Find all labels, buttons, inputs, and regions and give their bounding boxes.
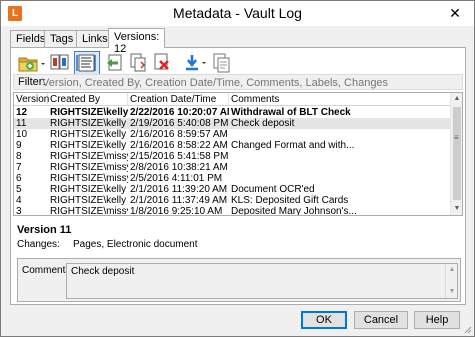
- column-header-creation-date[interactable]: Creation Date/Time: [128, 93, 229, 106]
- cell-created-by: RIGHTSIZE\kelly: [50, 129, 127, 140]
- cell-comments: KLS: Deposited Gift Cards: [231, 195, 349, 206]
- resize-grip-icon[interactable]: [462, 324, 472, 334]
- cell-created-by: RIGHTSIZE\kelly: [50, 118, 127, 129]
- cell-creation-date: 2/16/2016 8:58:22 AM: [130, 140, 228, 151]
- versions-table: Version Created By Creation Date/Time Co…: [13, 92, 463, 216]
- comments-field[interactable]: Check deposit ▲ ▼: [66, 263, 458, 299]
- cell-creation-date: 2/19/2016 5:40:08 PM: [130, 118, 229, 129]
- cell-version: 3: [16, 206, 22, 216]
- comments-scrollbar[interactable]: ▲ ▼: [445, 264, 457, 298]
- scroll-thumb[interactable]: [453, 107, 461, 200]
- comments-value: Check deposit: [71, 266, 135, 277]
- column-header-version[interactable]: Version: [14, 93, 49, 106]
- cell-version: 7: [16, 162, 22, 173]
- cell-created-by: RIGHTSIZE\kelly: [50, 184, 127, 195]
- duplicate-icon[interactable]: [211, 51, 233, 75]
- changes-value: Pages, Electronic document: [73, 239, 198, 250]
- filter-input[interactable]: [42, 76, 460, 89]
- cell-created-by: RIGHTSIZE\missy: [50, 173, 128, 184]
- cell-version: 8: [16, 151, 22, 162]
- comments-scroll-up-icon[interactable]: ▲: [446, 264, 458, 276]
- changes-label: Changes:: [17, 239, 60, 250]
- open-folder-icon[interactable]: [17, 51, 47, 75]
- delete-icon[interactable]: [151, 51, 173, 75]
- cell-creation-date: 2/16/2016 8:59:57 AM: [130, 129, 228, 140]
- table-row[interactable]: 4 RIGHTSIZE\kelly 2/1/2016 11:37:49 AM KLS:…: [14, 195, 452, 206]
- table-row[interactable]: 6 RIGHTSIZE\missy 2/5/2016 4:11:01 PM: [14, 173, 452, 184]
- help-button[interactable]: Help: [414, 311, 460, 329]
- table-row[interactable]: 11 RIGHTSIZE\kelly 2/19/2016 5:40:08 PM Che…: [14, 118, 452, 129]
- cell-comments: Deposited Mary Johnson's...: [231, 206, 357, 216]
- table-row[interactable]: 3 RIGHTSIZE\missy 1/8/2016 9:25:10 AM Depos…: [14, 206, 452, 216]
- cell-creation-date: 1/8/2016 9:25:10 AM: [130, 206, 223, 216]
- cell-creation-date: 2/5/2016 4:11:01 PM: [130, 173, 223, 184]
- cell-version: 11: [16, 118, 27, 129]
- tab-tags[interactable]: Tags: [44, 30, 80, 47]
- table-row[interactable]: 10 RIGHTSIZE\kelly 2/16/2016 8:59:57 AM: [14, 129, 452, 140]
- cell-version: 10: [16, 129, 28, 140]
- table-header: Version Created By Creation Date/Time Co…: [14, 93, 452, 106]
- scroll-up-arrow-icon[interactable]: ▲: [451, 93, 462, 105]
- table-scrollbar[interactable]: ▲ ≡ ▼: [450, 93, 462, 215]
- close-button[interactable]: ✕: [446, 4, 464, 22]
- scroll-down-arrow-icon[interactable]: ▼: [451, 203, 462, 215]
- cell-created-by: RIGHTSIZE\kelly: [50, 140, 127, 151]
- cell-creation-date: 2/8/2016 10:38:21 AM: [130, 162, 228, 173]
- cancel-button[interactable]: Cancel: [354, 311, 408, 329]
- cell-created-by: RIGHTSIZE\missy: [50, 151, 128, 162]
- text-view-icon[interactable]: [74, 51, 100, 75]
- copy-icon[interactable]: [127, 51, 149, 75]
- cell-creation-date: 2/1/2016 11:37:49 AM: [130, 195, 228, 206]
- table-row[interactable]: 5 RIGHTSIZE\kelly 2/1/2016 11:39:20 AM Docu…: [14, 184, 452, 195]
- versions-panel: Filter: Version Created By Creation Date…: [10, 47, 466, 305]
- column-header-created-by[interactable]: Created By: [48, 93, 128, 106]
- comments-scroll-down-icon[interactable]: ▼: [446, 286, 458, 298]
- cell-creation-date: 2/22/2016 10:20:07 AM: [130, 107, 229, 118]
- cell-version: 12: [16, 107, 28, 118]
- ok-button[interactable]: OK: [301, 311, 347, 329]
- table-row[interactable]: 8 RIGHTSIZE\missy 2/15/2016 5:41:58 PM: [14, 151, 452, 162]
- cell-created-by: RIGHTSIZE\kelly: [50, 195, 127, 206]
- cell-comments: Document OCR'ed: [231, 184, 315, 195]
- cell-created-by: RIGHTSIZE\kelly: [50, 107, 128, 118]
- compare-icon[interactable]: [49, 51, 71, 75]
- column-header-comments[interactable]: Comments: [229, 93, 452, 106]
- metadata-dialog: L Metadata - Vault Log ✕ Fields Tags Lin…: [0, 0, 475, 337]
- cell-creation-date: 2/15/2016 5:41:58 PM: [130, 151, 229, 162]
- window-title: Metadata - Vault Log: [173, 5, 302, 21]
- scroll-grip-icon: ≡: [454, 133, 459, 142]
- cell-version: 6: [16, 173, 22, 184]
- filter-bar: Filter:: [13, 74, 463, 90]
- table-row[interactable]: 7 RIGHTSIZE\missy 2/8/2016 10:38:21 AM: [14, 162, 452, 173]
- tab-versions[interactable]: Versions: 12: [108, 28, 166, 55]
- comments-group: Comments: Check deposit ▲ ▼: [17, 258, 461, 302]
- title-bar: L Metadata - Vault Log ✕: [1, 1, 474, 26]
- cell-comments: Check deposit: [231, 118, 295, 129]
- cell-created-by: RIGHTSIZE\missy: [50, 162, 128, 173]
- cell-creation-date: 2/1/2016 11:39:20 AM: [130, 184, 228, 195]
- cell-comments: Changed Format and with...: [231, 140, 355, 151]
- table-row[interactable]: 12 RIGHTSIZE\kelly 2/22/2016 10:20:07 AM Wi…: [14, 107, 452, 118]
- cell-version: 5: [16, 184, 22, 195]
- selected-version-title: Version 11: [17, 224, 72, 236]
- table-row[interactable]: 9 RIGHTSIZE\kelly 2/16/2016 8:58:22 AM Chan…: [14, 140, 452, 151]
- cell-comments: Withdrawal of BLT Check: [231, 107, 351, 118]
- cell-version: 4: [16, 195, 22, 206]
- cell-created-by: RIGHTSIZE\missy: [50, 206, 128, 216]
- download-icon[interactable]: [183, 51, 209, 75]
- cell-version: 9: [16, 140, 22, 151]
